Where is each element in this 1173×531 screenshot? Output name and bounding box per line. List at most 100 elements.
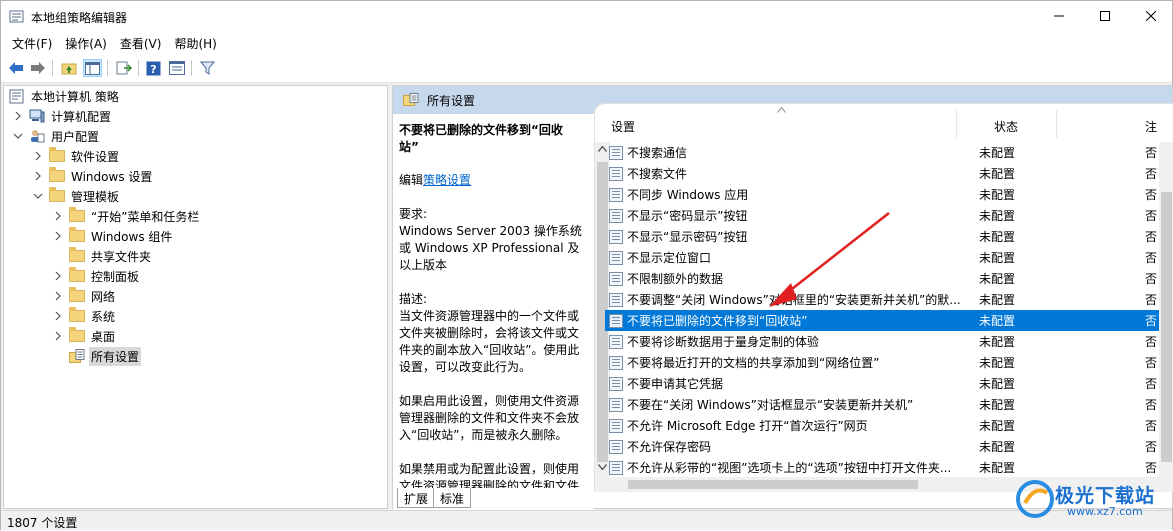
tree-expander[interactable] <box>52 310 64 322</box>
toolbar-separator <box>138 60 139 76</box>
settings-list[interactable]: 设置 状态 注 不搜索通信 未配置否不搜索文件 未配置否不同步 Windows 应用… <box>595 104 1173 492</box>
right-vertical-scrollbar[interactable] <box>1159 142 1173 492</box>
policy-setting-icon <box>609 397 623 412</box>
tree-item[interactable]: Windows 设置 <box>32 166 154 186</box>
minimize-button[interactable] <box>1036 1 1082 31</box>
tree-item[interactable]: 控制面板 <box>52 266 141 286</box>
table-row[interactable]: 不显示定位窗口 未配置 否 <box>605 247 1173 268</box>
tree-item[interactable]: 网络 <box>52 286 117 306</box>
tree-expander[interactable] <box>52 270 64 282</box>
tab-extended[interactable]: 扩展 <box>397 488 436 508</box>
help-button[interactable]: ? <box>144 59 163 77</box>
table-row[interactable]: 不要在“关闭 Windows”对话框显示“安装更新并关机” 未配置 否 <box>605 394 1173 415</box>
table-row[interactable]: 不允许保存密码 未配置 否 <box>605 436 1173 457</box>
policy-tree[interactable]: 本地计算机 策略 计算机配置 用户配置 软件设置 Windows 设置 管理模板 “开始”菜… <box>3 85 388 509</box>
table-row[interactable]: 不允许从彩带的“视图”选项卡上的“选项”按钮中打开文件夹... 未配置 否 <box>605 457 1173 478</box>
tree-expander[interactable] <box>52 330 64 342</box>
setting-state: 未配置 <box>979 356 1016 370</box>
table-row[interactable]: 不限制额外的数据 未配置 否 <box>605 268 1173 289</box>
tree-item[interactable]: 本地计算机 策略 <box>8 86 121 106</box>
chevron-right-icon[interactable] <box>53 311 63 321</box>
chevron-right-icon[interactable] <box>53 291 63 301</box>
title-bar[interactable]: 本地组策略编辑器 <box>1 1 1172 32</box>
properties-button[interactable] <box>167 59 186 77</box>
table-row[interactable]: 不同步 Windows 应用 未配置 否 <box>605 184 1173 205</box>
back-button[interactable] <box>6 59 25 77</box>
table-row[interactable]: 不显示“密码显示”按钮 未配置 否 <box>605 205 1173 226</box>
setting-state: 未配置 <box>979 314 1016 328</box>
folder-icon <box>68 207 85 222</box>
edit-prefix: 编辑 <box>399 173 424 187</box>
tab-standard[interactable]: 标准 <box>433 488 472 508</box>
table-row[interactable]: 不要将已删除的文件移到“回收站” 未配置 否 <box>605 310 1173 331</box>
chevron-right-icon[interactable] <box>33 171 43 181</box>
tree-item-label: “开始”菜单和任务栏 <box>91 209 200 224</box>
scrollbar-thumb[interactable] <box>628 480 918 489</box>
table-row[interactable]: 不允许 Microsoft Edge 打开“首次运行”网页 未配置 否 <box>605 415 1173 436</box>
setting-comment: 否 <box>1145 251 1158 265</box>
table-row[interactable]: 不要调整“关闭 Windows”对话框里的“安装更新并关机”的默... 未配置 否 <box>605 289 1173 310</box>
table-row[interactable]: 不要申请其它凭据 未配置 否 <box>605 373 1173 394</box>
table-row[interactable]: 不搜索通信 未配置 否 <box>605 142 1173 163</box>
tree-expander[interactable] <box>52 250 64 262</box>
tree-expander[interactable] <box>32 150 44 162</box>
menu-help[interactable]: 帮助(H) <box>169 32 224 54</box>
sort-ascending-icon <box>777 107 786 113</box>
edit-policy-link[interactable]: 策略设置 <box>423 173 471 187</box>
tree-expander[interactable] <box>52 210 64 222</box>
scrollbar-thumb[interactable] <box>1161 192 1172 462</box>
tree-expander[interactable] <box>52 350 64 362</box>
tree-item[interactable]: “开始”菜单和任务栏 <box>52 206 201 226</box>
chevron-right-icon[interactable] <box>53 231 63 241</box>
column-separator[interactable] <box>956 110 957 138</box>
table-row[interactable]: 不显示“显示密码”按钮 未配置 否 <box>605 226 1173 247</box>
close-button[interactable] <box>1128 1 1173 31</box>
column-setting-header[interactable]: 设置 <box>611 104 635 142</box>
tree-expander[interactable] <box>32 190 44 202</box>
menu-action[interactable]: 操作(A) <box>60 32 115 54</box>
export-list-button[interactable] <box>114 59 133 77</box>
column-comment-header[interactable]: 注 <box>1145 104 1157 142</box>
forward-button[interactable] <box>28 59 47 77</box>
show-tree-button[interactable] <box>83 59 102 77</box>
tree-item[interactable]: 用户配置 <box>12 126 101 146</box>
watermark: 极光下载站 www.xz7.com <box>1011 477 1171 523</box>
table-row[interactable]: 不要将最近打开的文档的共享添加到“网络位置” 未配置 否 <box>605 352 1173 373</box>
up-level-button[interactable] <box>59 59 78 77</box>
tree-item-icon <box>68 227 85 244</box>
tree-item[interactable]: 共享文件夹 <box>52 246 153 266</box>
chevron-right-icon[interactable] <box>33 151 43 161</box>
tree-item[interactable]: 系统 <box>52 306 117 326</box>
tree-item[interactable]: 软件设置 <box>32 146 121 166</box>
chevron-right-icon[interactable] <box>53 331 63 341</box>
tree-expander[interactable] <box>12 110 24 122</box>
folder-icon <box>48 187 65 202</box>
tree-expander[interactable] <box>12 130 24 142</box>
setting-state: 未配置 <box>979 293 1016 307</box>
setting-name: 不要将已删除的文件移到“回收站” <box>627 314 808 328</box>
tree-expander[interactable] <box>52 290 64 302</box>
tree-item[interactable]: Windows 组件 <box>52 226 174 246</box>
chevron-down-icon[interactable] <box>13 131 23 141</box>
policy-setting-icon <box>609 250 623 265</box>
column-separator[interactable] <box>1056 110 1057 138</box>
tree-item-icon <box>8 89 25 104</box>
chevron-right-icon[interactable] <box>53 211 63 221</box>
table-row[interactable]: 不要将诊断数据用于量身定制的体验 未配置 否 <box>605 331 1173 352</box>
tree-item[interactable]: 所有设置 <box>52 346 142 366</box>
chevron-right-icon[interactable] <box>13 111 23 121</box>
tree-item[interactable]: 桌面 <box>52 326 117 346</box>
table-row[interactable]: 不搜索文件 未配置 否 <box>605 163 1173 184</box>
column-state-header[interactable]: 状态 <box>994 104 1018 142</box>
chevron-down-icon[interactable] <box>33 191 43 201</box>
properties-icon <box>168 61 185 75</box>
maximize-button[interactable] <box>1082 1 1128 31</box>
tree-item[interactable]: 计算机配置 <box>12 106 113 126</box>
filter-button[interactable] <box>198 59 217 77</box>
menu-view[interactable]: 查看(V) <box>115 32 170 54</box>
tree-expander[interactable] <box>52 230 64 242</box>
chevron-right-icon[interactable] <box>53 271 63 281</box>
menu-file[interactable]: 文件(F) <box>1 32 60 54</box>
tree-item[interactable]: 管理模板 <box>32 186 121 206</box>
tree-expander[interactable] <box>32 170 44 182</box>
